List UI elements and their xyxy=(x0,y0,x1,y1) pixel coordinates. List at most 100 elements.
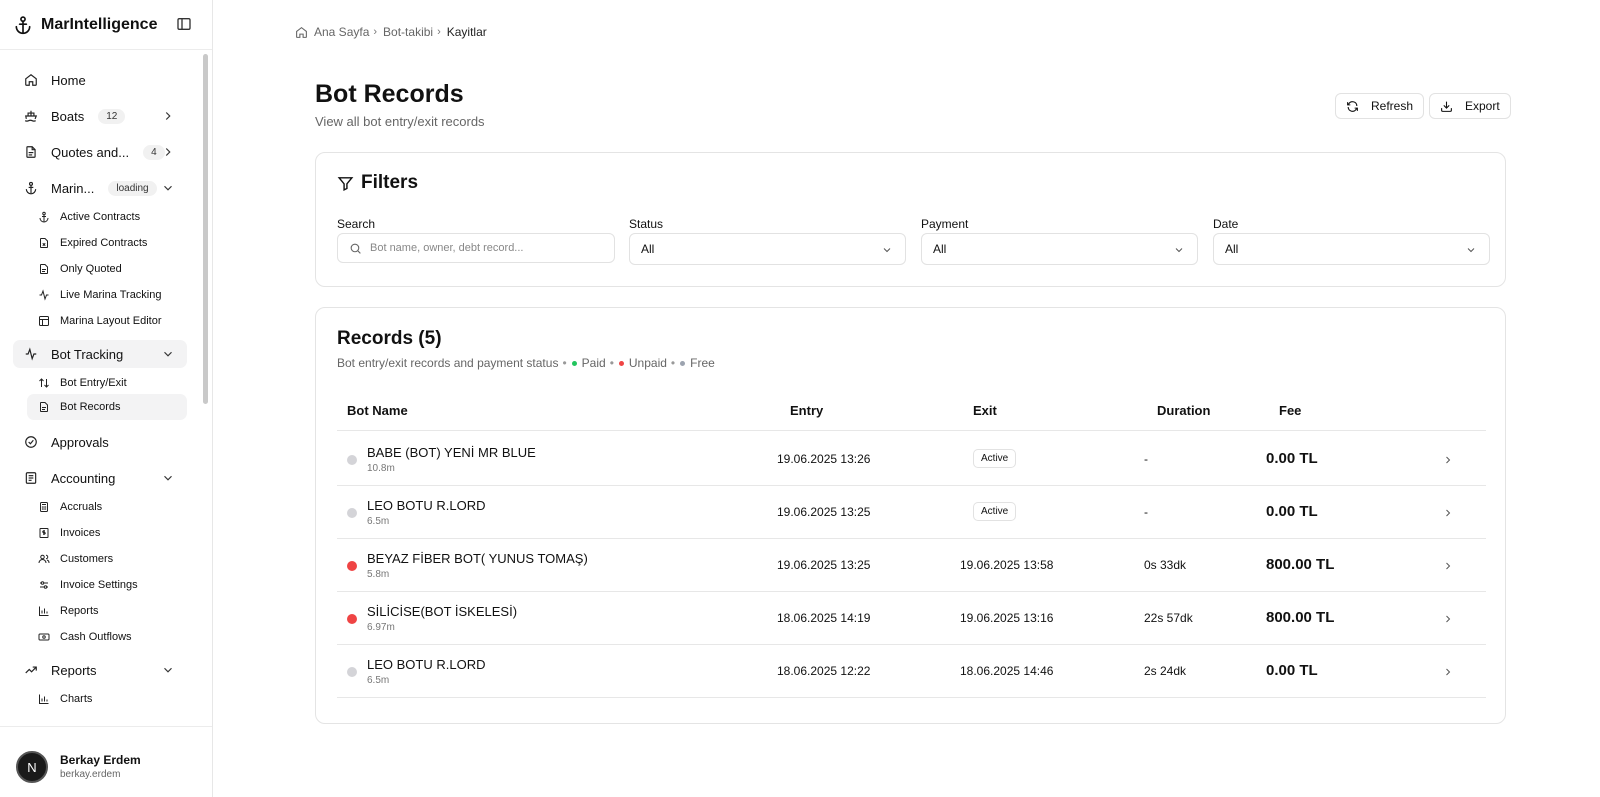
status-select[interactable]: All xyxy=(629,233,906,265)
sidebar-item-accounting[interactable]: Accounting xyxy=(13,464,187,492)
table-row[interactable]: LEO BOTU R.LORD 6.5m 18.06.2025 12:22 18.06… xyxy=(337,644,1486,698)
sidebar-subitem-bot-entry-exit[interactable]: Bot Entry/Exit xyxy=(27,370,187,396)
fee: 800.00 TL xyxy=(1266,556,1335,573)
sidebar-item-label: Accounting xyxy=(51,470,116,486)
sidebar-subitem-invoices[interactable]: Invoices xyxy=(27,520,187,546)
chevron-down-icon xyxy=(161,663,175,677)
sidebar-item-label: Marin... xyxy=(51,180,95,196)
column-exit[interactable]: Exit xyxy=(973,403,997,418)
sidebar-subitem-only-quoted[interactable]: Only Quoted xyxy=(27,256,187,282)
duration: 0s 33dk xyxy=(1144,558,1187,572)
fee: 0.00 TL xyxy=(1266,450,1318,467)
sidebar: MarIntelligence Home Boats 12 Quotes and… xyxy=(0,0,213,797)
banknote-icon xyxy=(37,631,50,644)
column-fee[interactable]: Fee xyxy=(1279,403,1301,418)
sidebar-subitem-live-marina-tracking[interactable]: Live Marina Tracking xyxy=(27,282,187,308)
breadcrumb-parent-link[interactable]: Bot-takibi xyxy=(383,25,433,39)
table-row[interactable]: BEYAZ FİBER BOT( YUNUS TOMAŞ) 5.8m 19.06.2… xyxy=(337,538,1486,592)
sidebar-subitem-cash-outflows[interactable]: Cash Outflows xyxy=(27,624,187,650)
search-placeholder: Bot name, owner, debt record... xyxy=(370,242,524,254)
sidebar-subitem-bot-records[interactable]: Bot Records xyxy=(27,394,187,420)
chevron-down-icon xyxy=(161,347,175,361)
app-name: MarIntelligence xyxy=(41,15,158,33)
breadcrumb-current: Kayitlar xyxy=(446,25,487,39)
sidebar-subitem-label: Bot Records xyxy=(60,401,121,413)
arrows-up-down-icon xyxy=(37,377,50,390)
chevron-right-icon: › xyxy=(373,26,378,38)
column-bot-name[interactable]: Bot Name xyxy=(347,403,408,418)
sidebar-subitem-label: Invoices xyxy=(60,527,101,539)
chevron-right-icon[interactable] xyxy=(1442,453,1454,465)
chevron-right-icon[interactable] xyxy=(1442,612,1454,624)
fee: 0.00 TL xyxy=(1266,503,1318,520)
table-row[interactable]: BABE (BOT) YENİ MR BLUE 10.8m 19.06.2025 1… xyxy=(337,432,1486,486)
payment-select[interactable]: All xyxy=(921,233,1198,265)
legend-unpaid: Unpaid xyxy=(628,356,667,370)
refresh-button[interactable]: Refresh xyxy=(1335,93,1425,119)
sidebar-subitem-invoice-settings[interactable]: Invoice Settings xyxy=(27,572,187,598)
table-header: Bot Name Entry Exit Duration Fee xyxy=(337,391,1486,431)
export-button[interactable]: Export xyxy=(1429,93,1511,119)
column-duration[interactable]: Duration xyxy=(1157,403,1210,418)
chevron-down-icon xyxy=(881,244,893,256)
sidebar-item-home[interactable]: Home xyxy=(13,66,187,94)
chevron-down-icon xyxy=(161,471,175,485)
sidebar-item-quotes[interactable]: Quotes and... 4 xyxy=(13,138,187,166)
sidebar-toggle-icon[interactable] xyxy=(176,16,192,32)
sidebar-subitem-marina-layout-editor[interactable]: Marina Layout Editor xyxy=(27,308,187,334)
search-icon xyxy=(349,242,362,255)
date-select[interactable]: All xyxy=(1213,233,1490,265)
table-row[interactable]: LEO BOTU R.LORD 6.5m 19.06.2025 13:25 Activ… xyxy=(337,485,1486,539)
entry-time: 18.06.2025 12:22 xyxy=(777,664,871,678)
avatar: N xyxy=(16,751,48,783)
sidebar-subitem-label: Reports xyxy=(60,605,99,617)
sidebar-item-reports[interactable]: Reports xyxy=(13,656,187,684)
sidebar-item-bot-tracking[interactable]: Bot Tracking xyxy=(13,340,187,368)
sidebar-subitem-reports[interactable]: Reports xyxy=(27,598,187,624)
sidebar-item-boats[interactable]: Boats 12 xyxy=(13,102,187,130)
chevron-down-icon xyxy=(1465,244,1477,256)
sidebar-subitem-accruals[interactable]: Accruals xyxy=(27,494,187,520)
sidebar-subitem-customers[interactable]: Customers xyxy=(27,546,187,572)
filter-icon xyxy=(337,175,354,192)
records-card: Records (5) Bot entry/exit records and p… xyxy=(315,307,1506,724)
chevron-right-icon[interactable] xyxy=(1442,665,1454,677)
count-badge: 12 xyxy=(98,108,126,124)
download-icon xyxy=(1440,100,1453,113)
date-value: All xyxy=(1225,242,1239,256)
status-label: Status xyxy=(629,217,664,231)
status-dot-icon xyxy=(347,508,357,518)
status-badge: Active xyxy=(973,502,1017,521)
sidebar-subitem-charts[interactable]: Charts xyxy=(27,686,187,712)
chevron-right-icon[interactable] xyxy=(1442,506,1454,518)
legend-paid: Paid xyxy=(581,356,606,370)
sidebar-item-marina[interactable]: Marin... loading xyxy=(13,174,187,202)
calculator-icon xyxy=(37,501,50,514)
search-input[interactable]: Bot name, owner, debt record... xyxy=(337,233,615,263)
breadcrumb-home-link[interactable]: Ana Sayfa xyxy=(314,25,369,39)
table-row[interactable]: SİLİCİSE(BOT İSKELESİ) 6.97m 18.06.2025 14… xyxy=(337,591,1486,645)
chevron-down-icon xyxy=(1173,244,1185,256)
sidebar-item-approvals[interactable]: Approvals xyxy=(13,428,187,456)
exit-time: 19.06.2025 13:58 xyxy=(960,558,1054,572)
sidebar-subitem-label: Live Marina Tracking xyxy=(60,289,162,301)
chevron-right-icon[interactable] xyxy=(1442,559,1454,571)
duration: - xyxy=(1144,505,1148,519)
sidebar-subitem-label: Bot Entry/Exit xyxy=(60,377,127,389)
column-entry[interactable]: Entry xyxy=(790,403,823,418)
anchor-logo-icon xyxy=(13,15,33,35)
bot-length: 6.97m xyxy=(367,622,395,633)
document-icon xyxy=(37,401,50,414)
ledger-icon xyxy=(23,470,39,486)
user-profile[interactable]: N Berkay Erdem berkay.erdem xyxy=(0,726,212,797)
sidebar-subitem-active-contracts[interactable]: Active Contracts xyxy=(27,204,187,230)
sidebar-item-label: Bot Tracking xyxy=(51,346,124,362)
sidebar-subitem-expired-contracts[interactable]: Expired Contracts xyxy=(27,230,187,256)
bot-length: 5.8m xyxy=(367,569,390,580)
sidebar-subitem-label: Expired Contracts xyxy=(60,237,148,249)
refresh-label: Refresh xyxy=(1371,99,1414,113)
bot-name: LEO BOTU R.LORD xyxy=(367,657,486,672)
breadcrumb: Ana Sayfa › Bot-takibi › Kayitlar xyxy=(295,25,487,39)
sidebar-scrollbar[interactable] xyxy=(203,54,208,404)
fee: 0.00 TL xyxy=(1266,662,1318,679)
